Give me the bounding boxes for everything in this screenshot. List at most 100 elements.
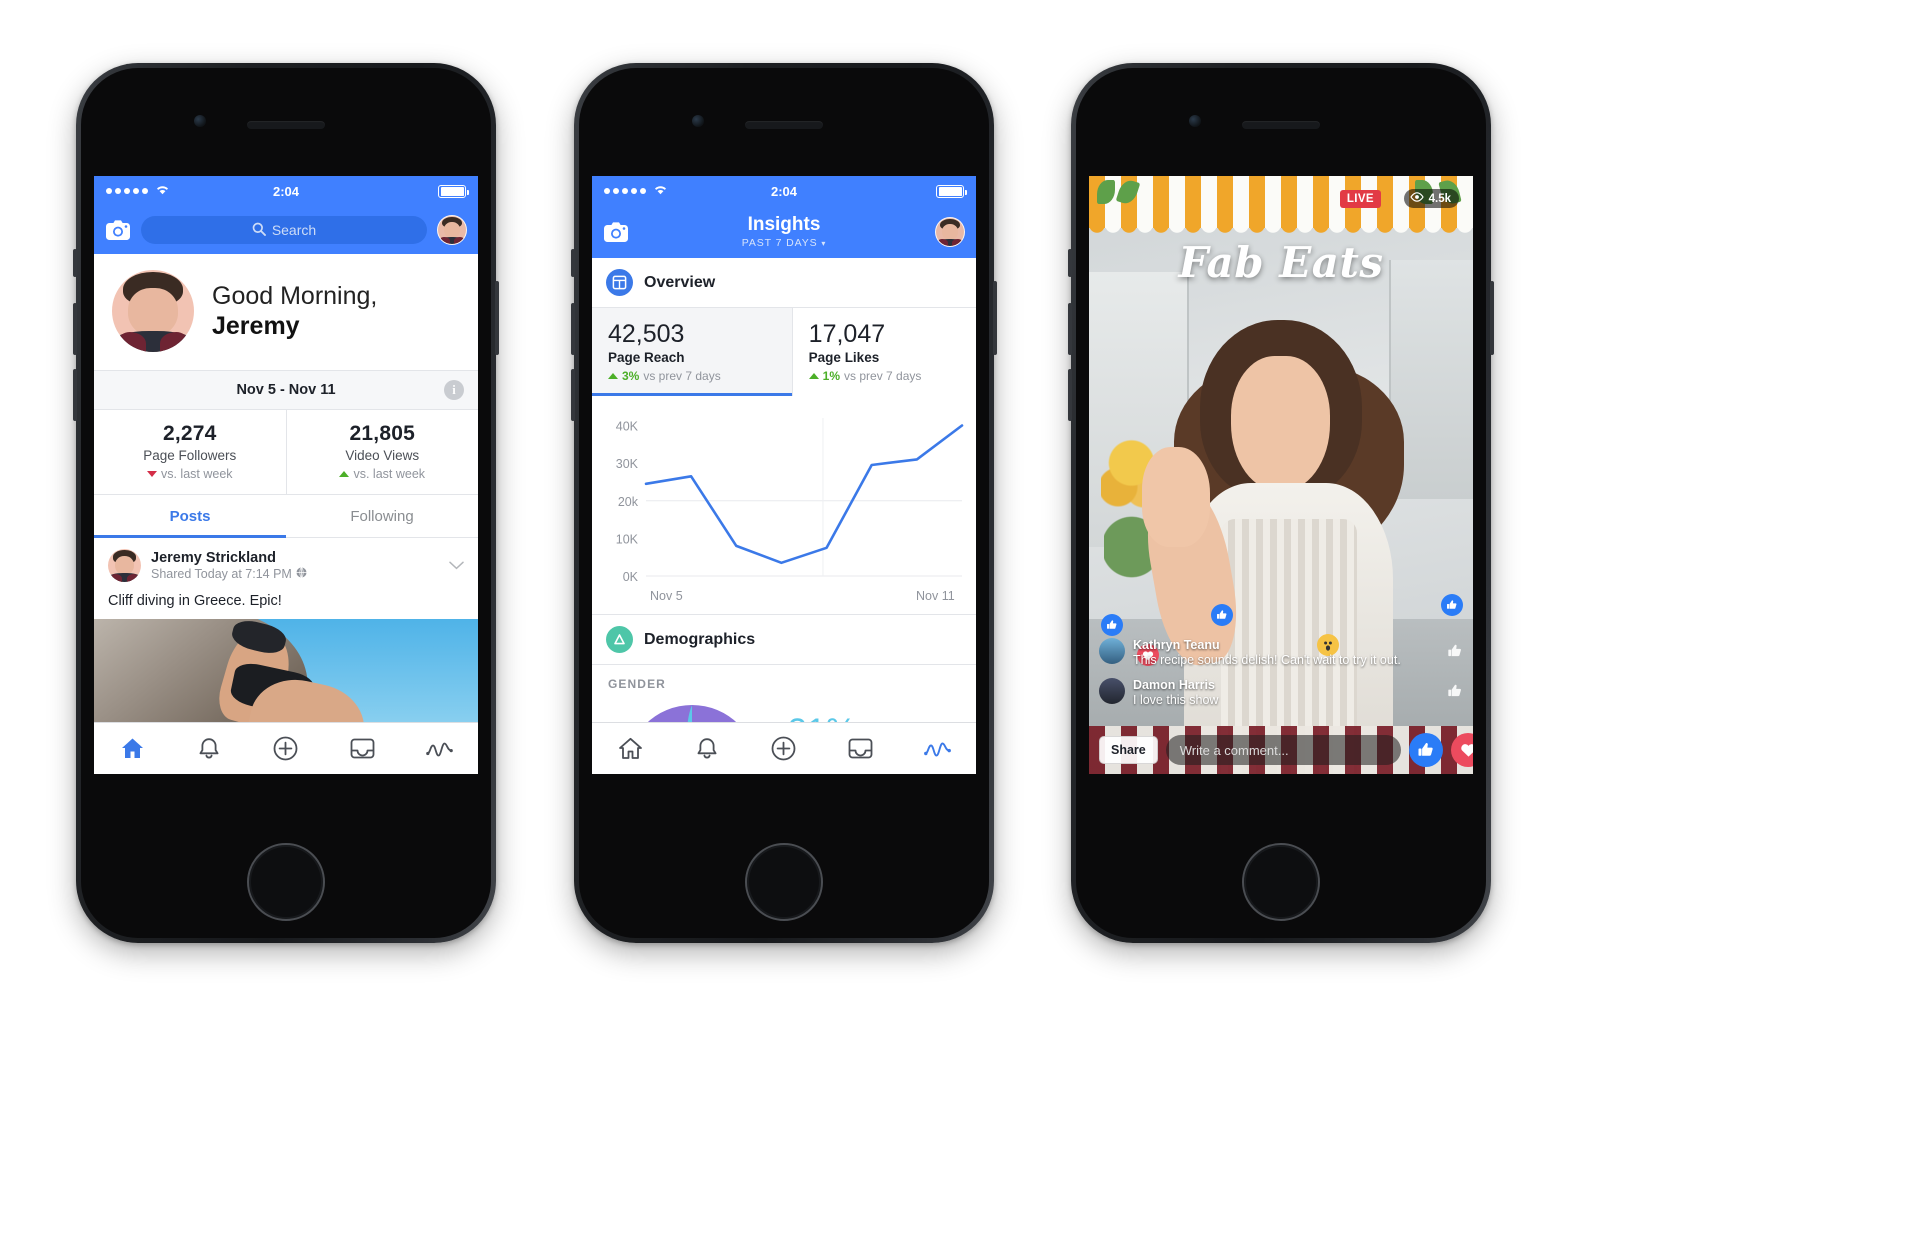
- power-button[interactable]: [993, 281, 997, 355]
- kpi-row: 42,503 Page Reach 3% vs prev 7 days 17,0…: [592, 308, 976, 396]
- home-button[interactable]: [247, 843, 325, 921]
- like-reaction-button[interactable]: [1409, 733, 1443, 767]
- arrow-up-icon: [608, 373, 618, 379]
- globe-icon: [296, 567, 307, 581]
- comment-body: Kathryn Teanu This recipe sounds delish!…: [1133, 638, 1401, 669]
- y-axis-tick-label: 0K: [623, 570, 639, 584]
- silent-switch[interactable]: [1068, 249, 1072, 277]
- chevron-down-icon: ▾: [821, 238, 827, 248]
- bell-icon[interactable]: [669, 737, 746, 761]
- page-title: Insights: [747, 214, 821, 236]
- commenter-name: Damon Harris: [1133, 677, 1215, 692]
- power-button[interactable]: [1490, 281, 1494, 355]
- kpi-delta-pct: 1%: [822, 369, 841, 383]
- kpi-delta-text: vs prev 7 days: [844, 369, 922, 383]
- camera-icon[interactable]: [105, 219, 131, 241]
- earpiece-speaker: [1242, 121, 1320, 129]
- kpi-label: Page Likes: [808, 350, 880, 365]
- live-video-player[interactable]: LIVE 4.5k Fab Eats Kathryn Teanu This re…: [1089, 176, 1473, 774]
- stat-video-views[interactable]: 21,805 Video Views vs. last week: [285, 410, 479, 494]
- arrow-up-icon: [339, 471, 350, 477]
- plus-circle-icon[interactable]: [746, 736, 823, 761]
- home-icon[interactable]: [592, 737, 669, 760]
- list-item[interactable]: Kathryn Teanu This recipe sounds delish!…: [1099, 637, 1463, 669]
- x-axis-tick-label: Nov 11: [916, 589, 955, 603]
- date-range-label: Nov 5 - Nov 11: [236, 382, 336, 398]
- info-icon[interactable]: i: [444, 380, 464, 400]
- thumbs-up-icon[interactable]: [1447, 643, 1463, 664]
- kpi-delta-pct: 3%: [622, 369, 640, 383]
- insights-icon[interactable]: [899, 738, 976, 760]
- phone-3-screen: LIVE 4.5k Fab Eats Kathryn Teanu This re…: [1089, 176, 1473, 774]
- search-icon: [252, 222, 266, 239]
- volume-down-button[interactable]: [1068, 369, 1072, 421]
- home-button[interactable]: [745, 843, 823, 921]
- page-reach-chart[interactable]: 40K 30K 20k 10K 0K Nov 5 Nov 11: [592, 396, 976, 614]
- stat-delta: vs. last week: [287, 467, 479, 481]
- stat-page-followers[interactable]: 2,274 Page Followers vs. last week: [94, 410, 286, 494]
- plus-circle-icon[interactable]: [248, 736, 325, 761]
- comment-input[interactable]: Write a comment...: [1165, 735, 1401, 765]
- list-item[interactable]: Damon Harris I love this show: [1099, 677, 1463, 709]
- volume-down-button[interactable]: [73, 369, 77, 421]
- post-author-block: Jeremy Strickland Shared Today at 7:14 P…: [151, 550, 307, 581]
- like-icon: [1441, 594, 1463, 616]
- stats-grid: 2,274 Page Followers vs. last week 21,80…: [94, 410, 478, 495]
- silent-switch[interactable]: [571, 249, 575, 277]
- x-axis-tick-label: Nov 5: [650, 589, 683, 603]
- love-reaction-button[interactable]: [1451, 733, 1473, 767]
- stat-value: 21,805: [349, 422, 415, 445]
- insights-icon[interactable]: [401, 738, 478, 760]
- date-range-row[interactable]: Nov 5 - Nov 11 i: [94, 370, 478, 410]
- post-timestamp: Shared Today at 7:14 PM: [151, 567, 292, 581]
- date-range-selector[interactable]: PAST 7 DAYS ▾: [592, 237, 976, 249]
- volume-up-button[interactable]: [571, 303, 575, 355]
- commenter-avatar[interactable]: [1099, 677, 1125, 704]
- profile-avatar-large[interactable]: [112, 270, 194, 352]
- tab-following[interactable]: Following: [286, 495, 478, 537]
- power-button[interactable]: [495, 281, 499, 355]
- search-input[interactable]: Search: [141, 216, 427, 244]
- commenter-avatar[interactable]: [1099, 637, 1125, 664]
- comment-body: Damon Harris I love this show: [1133, 678, 1218, 709]
- kpi-value: 17,047: [808, 320, 886, 348]
- live-comments-list: Kathryn Teanu This recipe sounds delish!…: [1099, 637, 1463, 719]
- avatar[interactable]: [437, 215, 467, 245]
- thumbs-up-icon[interactable]: [1447, 683, 1463, 704]
- stat-value: 2,274: [162, 422, 217, 445]
- greeting-text: Good Morning, Jeremy: [212, 281, 377, 342]
- silent-switch[interactable]: [73, 249, 77, 277]
- like-icon: [1211, 604, 1233, 626]
- post-author-name[interactable]: Jeremy Strickland: [151, 550, 307, 566]
- stat-delta: vs. last week: [94, 467, 286, 481]
- volume-up-button[interactable]: [73, 303, 77, 355]
- home-button[interactable]: [1242, 843, 1320, 921]
- volume-up-button[interactable]: [1068, 303, 1072, 355]
- chart-line-series: [644, 424, 964, 565]
- post-author-avatar[interactable]: [108, 549, 141, 582]
- home-icon[interactable]: [94, 737, 171, 760]
- phone-2-screen: 2:04 Insights PAST 7 DAYS ▾ Overview 42,…: [592, 176, 976, 774]
- arrow-up-icon: [808, 373, 819, 379]
- chevron-down-icon[interactable]: [449, 557, 464, 574]
- post-header: Jeremy Strickland Shared Today at 7:14 P…: [94, 538, 478, 591]
- comment-text: I love this show: [1133, 693, 1219, 708]
- inbox-icon[interactable]: [822, 737, 899, 760]
- kpi-page-likes[interactable]: 17,047 Page Likes 1% vs prev 7 days: [791, 308, 976, 396]
- volume-down-button[interactable]: [571, 369, 575, 421]
- kpi-page-reach[interactable]: 42,503 Page Reach 3% vs prev 7 days: [592, 308, 792, 396]
- avatar[interactable]: [935, 217, 965, 247]
- demographics-title: Demographics: [644, 630, 756, 648]
- kpi-delta: 1% vs prev 7 days: [808, 369, 976, 383]
- y-axis-tick-label: 20k: [618, 495, 639, 509]
- share-button[interactable]: Share: [1099, 736, 1158, 764]
- greeting-section: Good Morning, Jeremy: [94, 254, 478, 370]
- overview-icon: [606, 269, 633, 296]
- gender-section-label: GENDER: [592, 665, 976, 697]
- tab-posts[interactable]: Posts: [94, 495, 286, 538]
- inbox-icon[interactable]: [324, 737, 401, 760]
- bell-icon[interactable]: [171, 737, 248, 761]
- insights-title-block[interactable]: Insights PAST 7 DAYS ▾: [592, 215, 976, 249]
- demographics-section-header: Demographics: [592, 614, 976, 665]
- front-camera: [692, 115, 704, 127]
